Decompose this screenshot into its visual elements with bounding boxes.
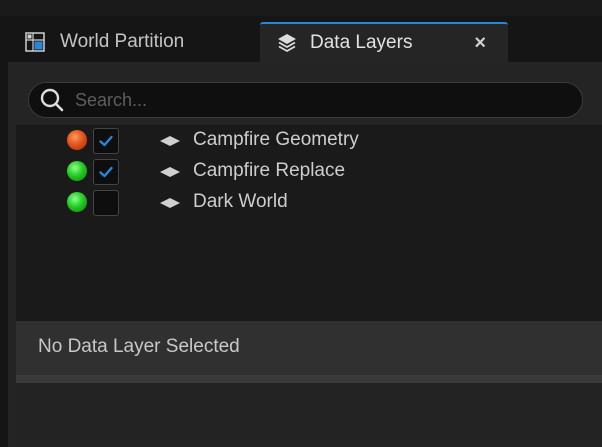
- search-icon: [39, 87, 65, 113]
- visibility-checkbox[interactable]: [93, 128, 119, 154]
- status-dot-icon[interactable]: [67, 130, 87, 150]
- no-selection-label: No Data Layer Selected: [38, 336, 240, 357]
- status-dot-icon[interactable]: [67, 161, 87, 181]
- data-layer-icon: [159, 165, 181, 177]
- details-panel: No Data Layer Selected: [16, 321, 602, 375]
- close-icon[interactable]: ×: [474, 32, 486, 55]
- tab-bar: World Partition Data Layers ×: [0, 16, 602, 62]
- status-dot-icon[interactable]: [67, 192, 87, 212]
- list-item[interactable]: Dark World: [16, 187, 602, 218]
- layer-name: Campfire Replace: [193, 160, 346, 181]
- tab-label: Data Layers: [310, 32, 413, 53]
- layers-icon: [276, 32, 298, 54]
- search-box[interactable]: [28, 82, 583, 118]
- data-layer-icon: [159, 196, 181, 208]
- visibility-checkbox[interactable]: [93, 159, 119, 185]
- world-partition-icon: [24, 31, 46, 53]
- list-item[interactable]: Campfire Replace: [16, 156, 602, 187]
- list-item[interactable]: Campfire Geometry: [16, 125, 602, 156]
- window-top-strip: [0, 0, 602, 16]
- layer-name: Dark World: [193, 191, 288, 212]
- checkmark-icon: [99, 166, 113, 178]
- search-input[interactable]: [75, 89, 582, 111]
- visibility-checkbox[interactable]: [93, 190, 119, 216]
- tab-label: World Partition: [60, 31, 185, 52]
- data-layers-panel: Campfire Geometry Campfire Replace Dark …: [8, 62, 602, 447]
- checkmark-icon: [99, 135, 113, 147]
- panel-divider[interactable]: [16, 375, 602, 383]
- tab-world-partition[interactable]: World Partition: [0, 22, 256, 62]
- layer-name: Campfire Geometry: [193, 129, 359, 150]
- details-body: [16, 383, 602, 447]
- tab-data-layers[interactable]: Data Layers ×: [260, 22, 508, 62]
- data-layer-icon: [159, 134, 181, 146]
